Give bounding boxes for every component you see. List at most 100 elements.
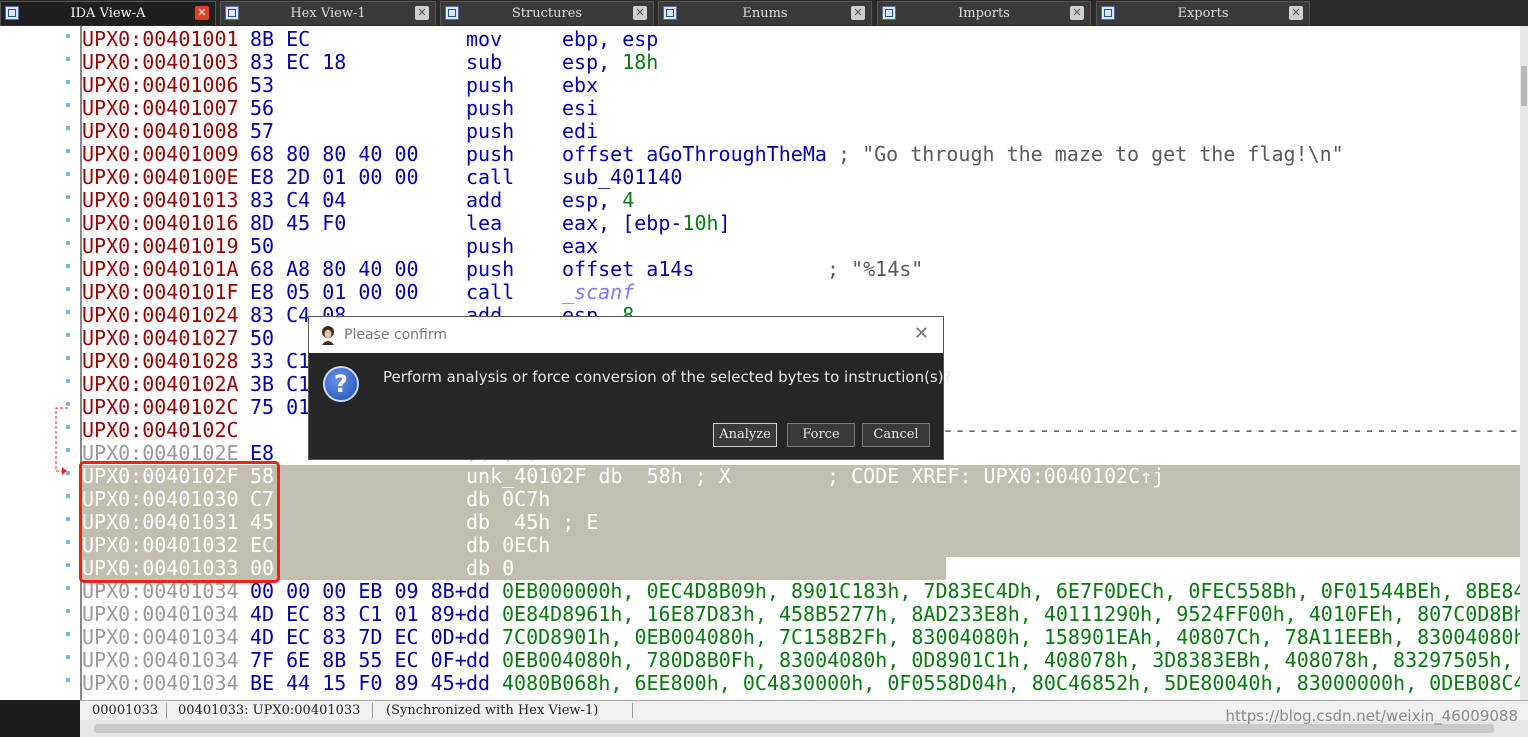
data-row[interactable]: UPX0:00401034 7F 6E 8B 55 EC 0F+ dd 0EB0040… bbox=[82, 649, 1520, 672]
row-operands: sub_401140 bbox=[562, 166, 682, 189]
row-bytes: 50 bbox=[250, 234, 275, 258]
data-row[interactable]: UPX0:00401034 4D EC 83 C1 01 89+ dd 0E84D89… bbox=[82, 603, 1520, 626]
listing-row[interactable]: UPX0:00401016 8D 45 F0 lea eax, [ebp-10h] bbox=[82, 212, 1520, 235]
row-bytes: 7F 6E 8B 55 EC 0F+ bbox=[250, 648, 467, 672]
row-operands: _scanf bbox=[562, 281, 634, 304]
close-icon[interactable]: ✕ bbox=[195, 6, 209, 20]
line-marker-icon bbox=[66, 172, 70, 176]
line-marker-icon bbox=[66, 195, 70, 199]
operand-text: esi bbox=[562, 96, 599, 120]
row-directive: dd bbox=[466, 648, 491, 672]
line-marker-icon bbox=[66, 218, 70, 222]
data-row[interactable]: UPX0:00401034 00 00 00 EB 09 8B+ dd 0EB0000… bbox=[82, 580, 1520, 603]
line-marker-icon bbox=[66, 379, 70, 383]
selected-row[interactable]: UPX0:0040102F 58 unk_40102F db 58h ; X; CO… bbox=[82, 465, 1520, 488]
close-icon[interactable]: ✕ bbox=[1289, 6, 1303, 20]
operand-tail: ] bbox=[718, 211, 731, 235]
selected-row[interactable]: UPX0:00401031 45 db 45h ; E bbox=[82, 511, 1520, 534]
row-address: UPX0:00401027 bbox=[82, 326, 239, 350]
row-directive: dd bbox=[466, 625, 491, 649]
tab-exports[interactable]: Exports ✕ bbox=[1096, 1, 1310, 25]
listing-row[interactable]: UPX0:00401013 83 C4 04 add esp, 4 bbox=[82, 189, 1520, 212]
close-icon[interactable]: ✕ bbox=[851, 6, 865, 20]
data-row[interactable]: UPX0:00401034 4D EC 83 7D EC 0D+ dd 7C0D890… bbox=[82, 626, 1520, 649]
line-marker-icon bbox=[66, 103, 70, 107]
operand-text: edi bbox=[562, 119, 599, 143]
cancel-button[interactable]: Cancel bbox=[862, 423, 930, 447]
row-address: UPX0:0040102C bbox=[82, 395, 239, 419]
tab-bar: IDA View-A ✕ Hex View-1 ✕ Structures ✕ Enums ✕ I… bbox=[0, 0, 1528, 26]
vertical-scrollbar[interactable] bbox=[1520, 26, 1528, 700]
force-button[interactable]: Force bbox=[787, 423, 855, 447]
row-operands: esp, 4 bbox=[562, 189, 634, 212]
line-marker-icon bbox=[66, 678, 70, 682]
listing-row[interactable]: UPX0:00401007 56 push esi bbox=[82, 97, 1520, 120]
line-marker-icon bbox=[66, 471, 70, 475]
row-address: UPX0:00401016 bbox=[82, 211, 239, 235]
close-icon[interactable]: ✕ bbox=[633, 6, 647, 20]
selected-row[interactable]: UPX0:00401030 C7 db 0C7h bbox=[82, 488, 1520, 511]
row-address: UPX0:00401034 bbox=[82, 671, 239, 695]
row-bytes: 68 A8 80 40 00 bbox=[250, 257, 419, 281]
tab-ida-view-a[interactable]: IDA View-A ✕ bbox=[0, 1, 216, 25]
row-address: UPX0:00401013 bbox=[82, 188, 239, 212]
row-address: UPX0:00401024 bbox=[82, 303, 239, 327]
selected-row[interactable]: UPX0:00401032 EC db 0ECh bbox=[82, 534, 1520, 557]
scrollbar-thumb[interactable] bbox=[1521, 66, 1527, 106]
line-marker-icon bbox=[66, 356, 70, 360]
row-mnemonic: call bbox=[466, 165, 515, 189]
listing-row[interactable]: UPX0:00401006 53 push ebx bbox=[82, 74, 1520, 97]
hscroll-thumb[interactable] bbox=[94, 724, 1494, 733]
tab-label: Exports bbox=[1177, 6, 1229, 21]
line-marker-icon bbox=[66, 563, 70, 567]
tab-structures[interactable]: Structures ✕ bbox=[440, 1, 654, 25]
row-bytes: E8 05 01 00 00 bbox=[250, 280, 419, 304]
status-sync: (Synchronized with Hex View-1) bbox=[386, 703, 599, 718]
row-bytes: 75 01 bbox=[250, 395, 311, 419]
listing-row[interactable]: UPX0:00401019 50 push eax bbox=[82, 235, 1520, 258]
row-address: UPX0:0040102A bbox=[82, 372, 239, 396]
row-address: UPX0:0040101F bbox=[82, 280, 239, 304]
row-address: UPX0:0040101A bbox=[82, 257, 239, 281]
tab-label: IDA View-A bbox=[70, 6, 146, 21]
listing-row[interactable]: UPX0:00401001 8B EC mov ebp, esp bbox=[82, 28, 1520, 51]
line-marker-icon bbox=[66, 149, 70, 153]
listing-row[interactable]: UPX0:0040101F E8 05 01 00 00 call _scanf bbox=[82, 281, 1520, 304]
listing-row[interactable]: UPX0:00401009 68 80 80 40 00 push offset aG… bbox=[82, 143, 1520, 166]
close-icon[interactable]: ✕ bbox=[415, 6, 429, 20]
row-bytes: 4D EC 83 C1 01 89+ bbox=[250, 602, 467, 626]
tab-hex-view-1[interactable]: Hex View-1 ✕ bbox=[220, 1, 436, 25]
tab-enums[interactable]: Enums ✕ bbox=[658, 1, 872, 25]
row-address: UPX0:00401028 bbox=[82, 349, 239, 373]
row-mnemonic: mov bbox=[466, 27, 503, 51]
close-icon[interactable]: ✕ bbox=[1070, 6, 1084, 20]
line-marker-icon bbox=[66, 333, 70, 337]
row-bytes: 83 C4 04 bbox=[250, 188, 347, 212]
row-data-def: db 45h ; E bbox=[466, 510, 599, 534]
listing-row[interactable]: UPX0:00401003 83 EC 18 sub esp, 18h bbox=[82, 51, 1520, 74]
operand-text: sub_401140 bbox=[562, 165, 683, 189]
tab-imports[interactable]: Imports ✕ bbox=[877, 1, 1091, 25]
listing-row[interactable]: UPX0:0040101A 68 A8 80 40 00 push offset a1… bbox=[82, 258, 1520, 281]
row-bytes: 83 EC 18 bbox=[250, 50, 347, 74]
row-bytes: 3B C1 bbox=[250, 372, 311, 396]
row-address: UPX0:00401034 bbox=[82, 602, 239, 626]
operand-text: offset a14s bbox=[562, 257, 695, 281]
line-marker-icon bbox=[66, 402, 70, 406]
line-marker-icon bbox=[66, 655, 70, 659]
row-mnemonic: sub bbox=[466, 50, 503, 74]
row-operands: esi bbox=[562, 97, 598, 120]
listing-row[interactable]: UPX0:0040100E E8 2D 01 00 00 call sub_40114… bbox=[82, 166, 1520, 189]
row-address: UPX0:00401003 bbox=[82, 50, 239, 74]
data-row[interactable]: UPX0:00401034 BE 44 15 F0 89 45+ dd 4080B06… bbox=[82, 672, 1520, 695]
close-icon[interactable]: ✕ bbox=[914, 323, 929, 344]
row-values: 7C0D8901h, 0EB004080h, 7C158B2Fh, 830040… bbox=[502, 625, 1520, 649]
listing-row[interactable]: UPX0:00401008 57 push edi bbox=[82, 120, 1520, 143]
line-marker-icon bbox=[66, 126, 70, 130]
row-bytes: 8D 45 F0 bbox=[250, 211, 347, 235]
row-bytes: 50 bbox=[250, 326, 275, 350]
row-operands: edi bbox=[562, 120, 598, 143]
line-marker-icon bbox=[66, 632, 70, 636]
analyze-button[interactable]: Analyze bbox=[713, 423, 777, 447]
row-mnemonic: call bbox=[466, 280, 515, 304]
